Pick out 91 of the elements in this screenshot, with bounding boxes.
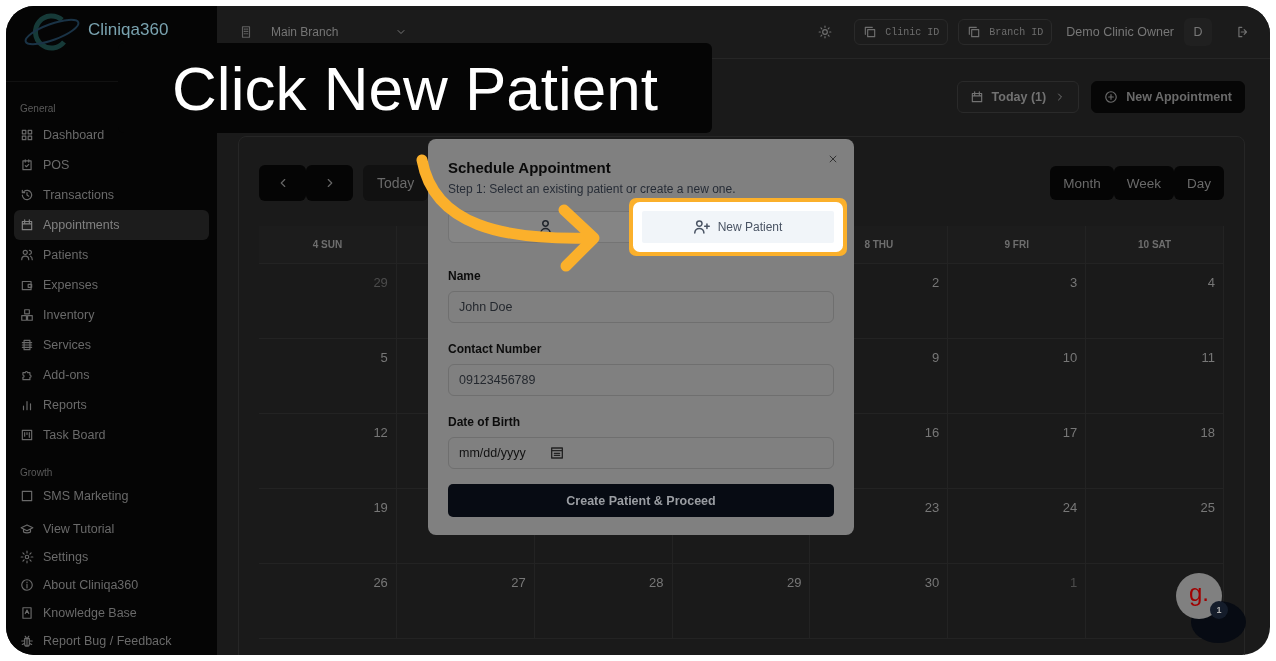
today-button[interactable]: Today (1) (956, 81, 1080, 113)
nav-item[interactable]: Inventory (14, 300, 101, 330)
new-appointment-button[interactable]: New Appointment (1091, 81, 1245, 113)
copy-id-button[interactable]: Clinic ID (854, 19, 949, 45)
date-number: 19 (373, 500, 388, 515)
puzzle-icon (20, 368, 34, 382)
copy-icon (863, 25, 878, 39)
close-icon[interactable] (828, 154, 838, 164)
view-button[interactable]: Day (1174, 166, 1224, 200)
dialog-title: Schedule Appointment (448, 159, 612, 176)
user-name: Demo Clinic Owner (1066, 25, 1174, 39)
date-number: 12 (373, 425, 388, 440)
branch-select[interactable]: Main Branch (263, 20, 411, 44)
date-number: 3 (1069, 275, 1078, 290)
date-field[interactable]: mm/dd/yyyy (448, 437, 834, 469)
date-number: 10 (1062, 350, 1078, 365)
nav-item[interactable]: About Cliniqa360 (14, 571, 145, 599)
nav-item[interactable]: Settings (14, 543, 95, 571)
view-button[interactable]: Week (1113, 166, 1174, 200)
nav-item[interactable]: Reports (14, 390, 93, 420)
section-heading: Growth (19, 465, 54, 480)
users-icon (539, 220, 551, 234)
logout-icon[interactable] (1236, 25, 1250, 39)
users-icon (20, 248, 34, 262)
nav-item[interactable]: Report Bug / Feedback (14, 627, 178, 655)
date-number: 18 (1200, 425, 1215, 440)
nav-item[interactable]: Add-ons (14, 360, 96, 390)
nav-item[interactable]: POS (14, 150, 76, 180)
date-number: 11 (1201, 350, 1215, 365)
date-number: 17 (1062, 425, 1078, 440)
input-field[interactable]: John Doe (448, 291, 834, 323)
field-label: Name (448, 269, 482, 283)
grid-icon (20, 128, 34, 142)
field-label: Contact Number (448, 342, 543, 356)
section-heading: General (19, 101, 57, 116)
create-patient-button[interactable]: Create Patient & Proceed (448, 484, 834, 517)
boxes-icon (20, 308, 34, 322)
copy-icon (967, 25, 982, 39)
stack-icon (20, 338, 34, 352)
sun-icon[interactable] (818, 25, 833, 39)
day-heading: 10 SAT (1086, 226, 1224, 264)
tutorial-caption: Click New Patient (118, 43, 712, 133)
nav-item[interactable]: View Tutorial (14, 515, 121, 543)
date-number: 29 (786, 575, 802, 590)
date-number: 9 (932, 350, 940, 365)
building-icon (239, 25, 253, 39)
nav-item[interactable]: Services (14, 330, 97, 360)
bug-icon (20, 634, 34, 648)
nav-item[interactable]: Transactions (14, 180, 121, 210)
brand-name: Cliniqa360 (88, 20, 169, 40)
day-heading: 4 SUN (259, 226, 397, 264)
calendar-icon (551, 447, 563, 459)
nav-item[interactable]: Appointments (14, 210, 209, 240)
date-number: 5 (380, 350, 388, 365)
nav-item[interactable]: Patients (14, 240, 95, 270)
avatar[interactable]: D (1184, 18, 1212, 46)
date-number: 24 (1062, 500, 1078, 515)
book-icon (20, 606, 34, 620)
date-number: 28 (649, 575, 664, 590)
day-heading: 9 FRI (948, 226, 1087, 264)
nav-item[interactable]: SMS Marketing (14, 484, 135, 508)
field-label: Date of Birth (448, 415, 521, 429)
nav-item[interactable]: Task Board (14, 420, 112, 450)
date-number: 25 (1200, 500, 1215, 515)
square-icon (20, 489, 34, 503)
history-icon (20, 188, 34, 202)
date-number: 23 (924, 500, 940, 515)
today-button[interactable]: Today (363, 165, 429, 201)
copy-id-button[interactable]: Branch ID (958, 19, 1053, 45)
dialog-subtitle: Step 1: Select an existing patient or create a new one. (448, 182, 737, 196)
register-icon (20, 158, 34, 172)
nav-item[interactable]: Dashboard (14, 120, 111, 150)
settings-icon (20, 550, 34, 564)
date-number: 30 (924, 575, 940, 590)
bar-chart-icon (20, 398, 34, 412)
input-field[interactable]: 09123456789 (448, 364, 834, 396)
view-button[interactable]: Month (1050, 166, 1114, 200)
calendar-icon (969, 90, 984, 104)
info-icon (20, 578, 34, 592)
date-number: 27 (511, 575, 526, 590)
date-number: 2 (932, 275, 940, 290)
date-number: 26 (373, 575, 388, 590)
nav-item[interactable]: Expenses (14, 270, 104, 300)
user-plus-icon (693, 220, 710, 234)
wallet-icon (20, 278, 34, 292)
board-icon (20, 428, 34, 442)
date-number: 16 (924, 425, 940, 440)
date-number: 4 (1207, 275, 1215, 290)
graduation-cap-icon (20, 522, 34, 536)
calendar-icon (20, 218, 34, 232)
nav-item[interactable]: Knowledge Base (14, 599, 143, 627)
